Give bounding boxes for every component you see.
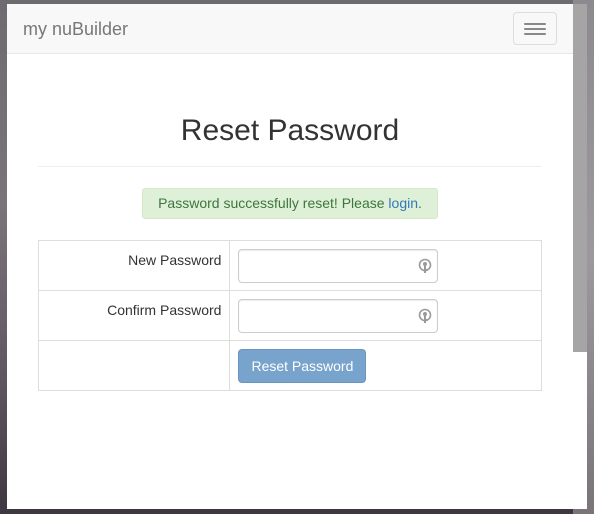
hamburger-menu-icon: [524, 23, 546, 25]
new-password-input[interactable]: [238, 249, 439, 283]
new-password-wrapper: [238, 249, 439, 283]
success-alert: Password successfully reset! Please logi…: [142, 188, 438, 219]
form-row-new-password: New Password: [37, 240, 542, 291]
submit-cell: Reset Password: [229, 340, 542, 391]
new-password-label: New Password: [37, 240, 231, 291]
navbar-brand[interactable]: my nuBuilder: [23, 18, 128, 40]
login-link[interactable]: login: [388, 195, 418, 211]
confirm-password-label: Confirm Password: [37, 290, 231, 341]
hamburger-bar: [524, 28, 546, 30]
hamburger-bar: [524, 33, 546, 35]
navbar-toggle-button[interactable]: [513, 12, 557, 45]
alert-message: Password successfully reset! Please: [158, 195, 389, 211]
new-password-cell: [229, 240, 542, 291]
form-row-submit: Reset Password: [37, 340, 542, 391]
reset-password-form: New Password Confirm Password Reset Pass…: [37, 240, 542, 391]
scrollbar-lower-area: [573, 352, 587, 509]
key-icon[interactable]: [418, 308, 432, 324]
confirm-password-input[interactable]: [238, 299, 439, 333]
alert-suffix: .: [418, 195, 422, 211]
key-icon[interactable]: [418, 258, 432, 274]
confirm-password-wrapper: [238, 299, 439, 333]
navbar: my nuBuilder: [7, 4, 573, 54]
reset-password-button[interactable]: Reset Password: [238, 349, 367, 383]
confirm-password-cell: [229, 290, 542, 341]
form-row-confirm-password: Confirm Password: [37, 290, 542, 341]
page-title: Reset Password: [180, 114, 400, 147]
browser-viewport: my nuBuilder Reset Password Password suc…: [7, 4, 573, 509]
scrollbar-thumb[interactable]: [573, 4, 587, 352]
title-divider: [38, 166, 541, 167]
empty-label-cell: [37, 340, 231, 391]
